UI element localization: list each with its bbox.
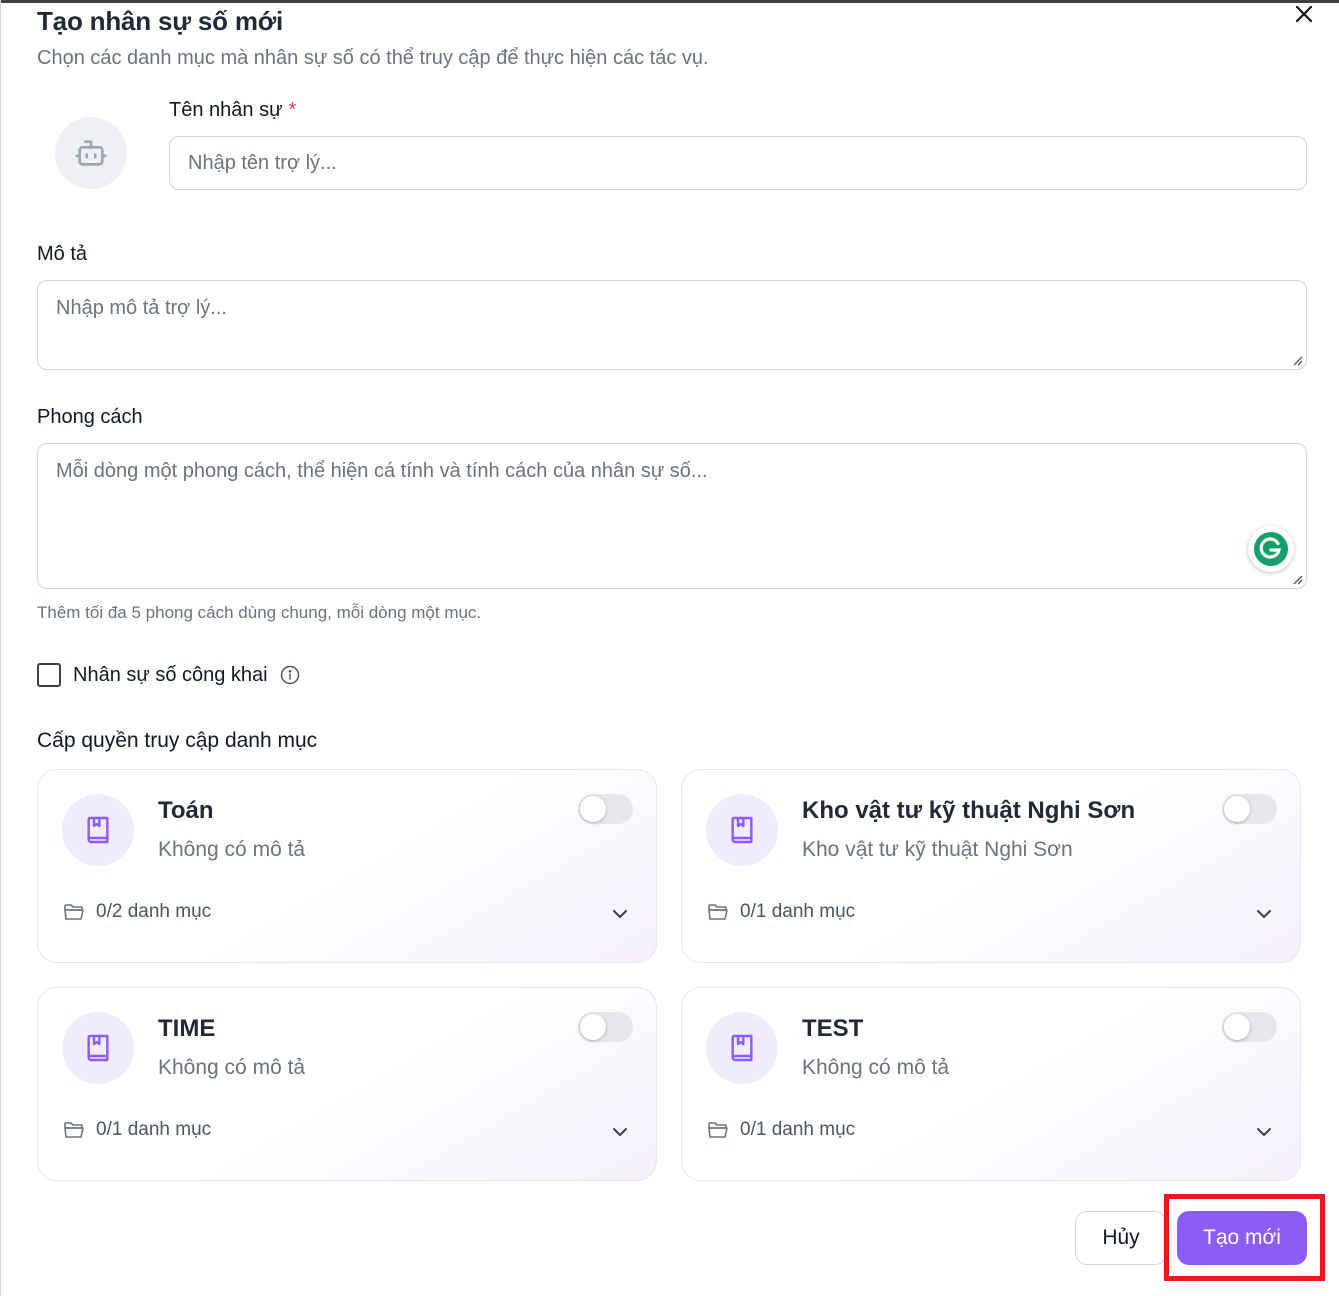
resize-handle-icon[interactable] (1291, 573, 1303, 585)
access-section-title: Cấp quyền truy cập danh mục (37, 729, 318, 752)
chevron-down-icon[interactable] (608, 902, 632, 926)
grammarly-icon (1254, 532, 1288, 566)
name-input[interactable]: Nhập tên trợ lý... (169, 136, 1307, 190)
book-icon (731, 1034, 753, 1062)
book-icon (87, 816, 109, 844)
close-icon (1295, 5, 1313, 23)
category-card: TIME Không có mô tả 0/1 danh mục (37, 987, 657, 1181)
style-placeholder: Mỗi dòng một phong cách, thể hiện cá tín… (56, 460, 708, 482)
chevron-down-icon[interactable] (608, 1120, 632, 1144)
card-toggle[interactable] (1222, 1012, 1277, 1042)
card-count: 0/1 danh mục (740, 901, 856, 922)
folder-icon (708, 904, 728, 920)
dialog-title: Tạo nhân sự số mới (37, 6, 284, 36)
card-icon-wrap (706, 1012, 778, 1084)
card-title: Toán (158, 797, 214, 824)
card-description: Kho vật tư kỹ thuật Nghi Sơn (802, 838, 1073, 861)
toggle-knob (580, 1014, 606, 1040)
card-title: TIME (158, 1015, 216, 1042)
name-label: Tên nhân sự * (169, 99, 296, 122)
card-toggle[interactable] (578, 794, 633, 824)
card-description: Không có mô tả (802, 1056, 950, 1079)
card-footer: 0/1 danh mục (706, 900, 855, 924)
card-title: TEST (802, 1015, 864, 1042)
style-field[interactable]: Mỗi dòng một phong cách, thể hiện cá tín… (37, 443, 1307, 589)
style-hint: Thêm tối đa 5 phong cách dùng chung, mỗi… (37, 603, 482, 622)
toggle-knob (580, 796, 606, 822)
avatar[interactable] (55, 117, 127, 189)
card-count: 0/2 danh mục (96, 901, 212, 922)
book-icon (731, 816, 753, 844)
card-count: 0/1 danh mục (740, 1119, 856, 1140)
card-description: Không có mô tả (158, 838, 306, 861)
card-icon-wrap (706, 794, 778, 866)
card-toggle[interactable] (578, 1012, 633, 1042)
dialog-subtitle: Chọn các danh mục mà nhân sự số có thể t… (37, 47, 709, 69)
card-title: Kho vật tư kỹ thuật Nghi Sơn (802, 797, 1136, 824)
cancel-button[interactable]: Hủy (1075, 1211, 1167, 1265)
info-icon[interactable] (280, 665, 300, 685)
folder-icon (708, 1122, 728, 1138)
description-field[interactable]: Nhập mô tả trợ lý... (37, 280, 1307, 370)
folder-icon (64, 1122, 84, 1138)
card-toggle[interactable] (1222, 794, 1277, 824)
category-card: TEST Không có mô tả 0/1 danh mục (681, 987, 1301, 1181)
card-description: Không có mô tả (158, 1056, 306, 1079)
resize-handle-icon[interactable] (1291, 354, 1303, 366)
description-label: Mô tả (37, 243, 88, 265)
grammarly-button[interactable] (1248, 526, 1294, 572)
card-icon-wrap (62, 1012, 134, 1084)
required-mark: * (288, 99, 297, 121)
card-footer: 0/2 danh mục (62, 900, 211, 924)
category-card: Toán Không có mô tả 0/2 danh mục (37, 769, 657, 963)
style-label: Phong cách (37, 406, 143, 428)
card-icon-wrap (62, 794, 134, 866)
left-border (0, 0, 1, 1296)
top-border (0, 0, 1339, 3)
chevron-down-icon[interactable] (1252, 1120, 1276, 1144)
book-icon (87, 1034, 109, 1062)
card-footer: 0/1 danh mục (706, 1118, 855, 1142)
toggle-knob (1224, 1014, 1250, 1040)
public-checkbox[interactable] (37, 663, 61, 687)
public-checkbox-row: Nhân sự số công khai (37, 663, 300, 687)
toggle-knob (1224, 796, 1250, 822)
chevron-down-icon[interactable] (1252, 902, 1276, 926)
highlight-box (1164, 1194, 1325, 1281)
close-button[interactable] (1292, 2, 1316, 26)
name-label-text: Tên nhân sự (169, 99, 283, 121)
bot-icon (75, 140, 107, 166)
card-count: 0/1 danh mục (96, 1119, 212, 1140)
description-placeholder: Nhập mô tả trợ lý... (56, 297, 227, 319)
public-checkbox-label[interactable]: Nhân sự số công khai (73, 664, 268, 687)
card-footer: 0/1 danh mục (62, 1118, 211, 1142)
name-input-placeholder: Nhập tên trợ lý... (188, 152, 337, 174)
category-card: Kho vật tư kỹ thuật Nghi Sơn Kho vật tư … (681, 769, 1301, 963)
folder-icon (64, 904, 84, 920)
